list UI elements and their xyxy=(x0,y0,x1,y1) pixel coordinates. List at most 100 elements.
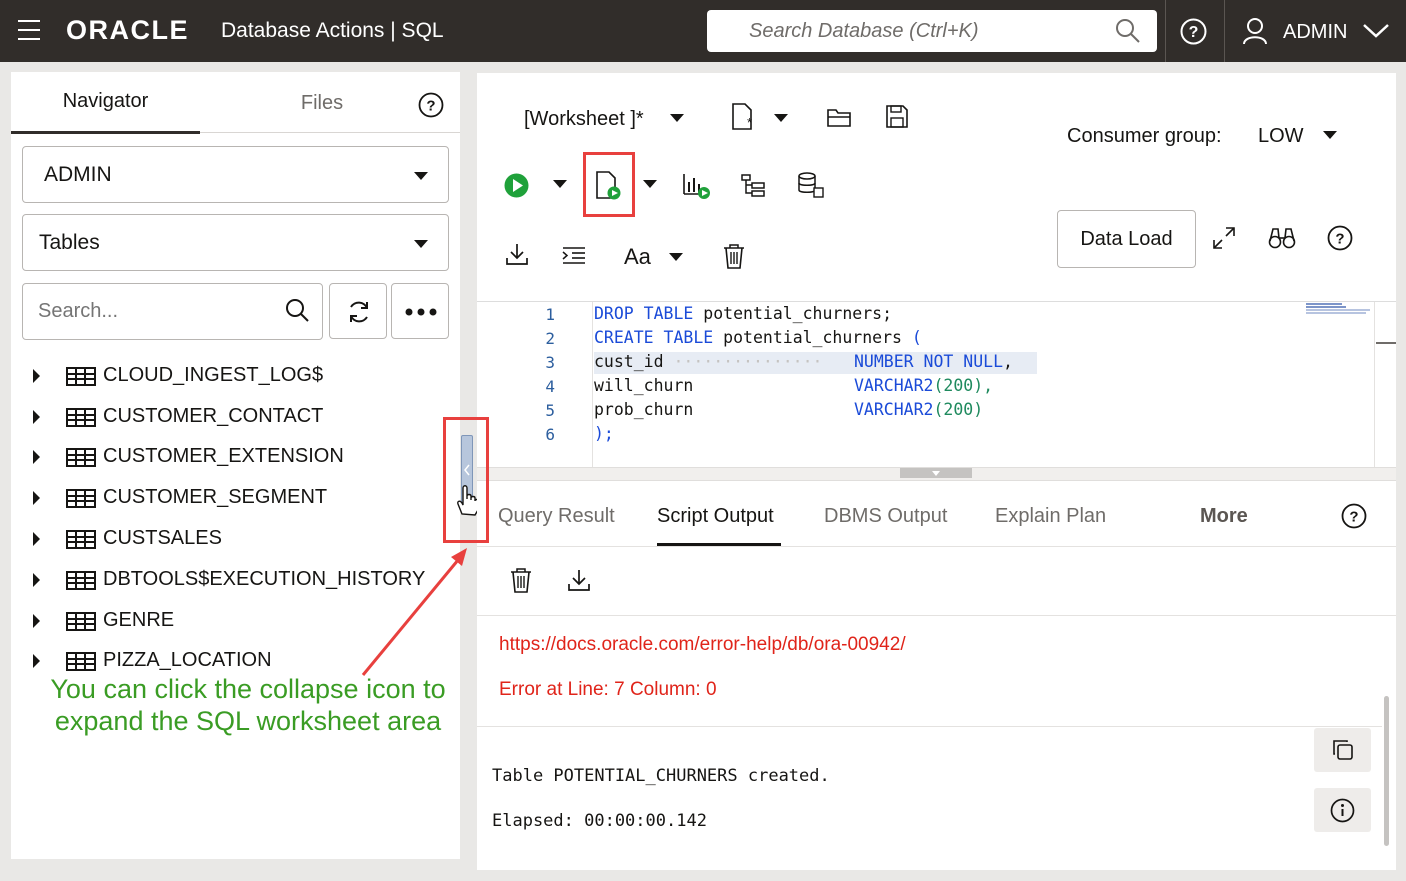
explain-plan-icon[interactable] xyxy=(741,173,767,197)
format-code-icon[interactable] xyxy=(562,246,586,266)
user-name[interactable]: ADMIN xyxy=(1283,21,1347,44)
caret-down-icon[interactable] xyxy=(553,180,567,188)
collapse-highlight-box xyxy=(443,417,489,543)
expand-icon[interactable] xyxy=(33,450,40,464)
maximize-icon[interactable] xyxy=(1213,227,1235,249)
refresh-button[interactable] xyxy=(329,283,387,339)
caret-down-icon[interactable] xyxy=(669,253,683,261)
autotrace-icon[interactable] xyxy=(682,170,712,200)
copy-icon xyxy=(1333,740,1353,760)
callout-text: You can click the collapse icon to expan… xyxy=(50,674,446,736)
table-icon xyxy=(66,530,96,549)
scrollbar-track[interactable] xyxy=(1374,302,1375,468)
line-number: 6 xyxy=(545,425,555,444)
search-database-input[interactable] xyxy=(749,18,1109,44)
clear-output-trash-icon[interactable] xyxy=(510,567,532,593)
consumer-group-label: Consumer group: xyxy=(1067,125,1222,147)
expand-icon[interactable] xyxy=(33,573,40,587)
elapsed-message: Elapsed: 00:00:00.142 xyxy=(492,811,707,831)
expand-icon[interactable] xyxy=(33,614,40,628)
line-number: 1 xyxy=(545,305,555,324)
more-actions-button[interactable] xyxy=(391,283,449,339)
navigator-search-input[interactable] xyxy=(38,300,268,323)
schema-select[interactable]: ADMIN xyxy=(22,146,449,203)
info-button[interactable] xyxy=(1314,788,1371,832)
code-line: prob_churn xyxy=(594,400,694,419)
top-bar: ORACLE Database Actions | SQL ? ADMIN xyxy=(0,0,1406,62)
new-worksheet-icon[interactable]: * xyxy=(731,103,755,131)
run-statement-icon[interactable] xyxy=(504,173,529,198)
tab-dbms-output[interactable]: DBMS Output xyxy=(824,505,947,528)
highlight-box xyxy=(583,152,635,217)
tab-files[interactable]: Files xyxy=(231,72,413,134)
navigator-panel: Navigator Files ? ADMIN Tables CLOUD_ING… xyxy=(11,72,460,859)
tree-item[interactable]: CUSTOMER_EXTENSION xyxy=(11,441,451,473)
find-binoculars-icon[interactable] xyxy=(1268,226,1296,250)
line-number: 2 xyxy=(545,329,555,348)
code-line: DROP TABLE potential_churners; xyxy=(594,304,893,323)
table-icon xyxy=(66,612,96,631)
tab-script-output[interactable]: Script Output xyxy=(657,505,774,528)
navigator-search[interactable] xyxy=(22,283,323,340)
expand-icon[interactable] xyxy=(33,369,40,383)
minimap[interactable] xyxy=(1306,302,1376,316)
sql-tuning-icon[interactable] xyxy=(797,171,825,199)
expand-icon[interactable] xyxy=(33,410,40,424)
help-icon[interactable]: ? xyxy=(1341,503,1367,529)
data-load-button[interactable]: Data Load xyxy=(1057,210,1196,268)
code-line-type: VARCHAR2(200) xyxy=(854,400,984,419)
error-help-link[interactable]: https://docs.oracle.com/error-help/db/or… xyxy=(499,634,906,656)
expand-icon[interactable] xyxy=(33,532,40,546)
user-icon[interactable] xyxy=(1242,17,1268,45)
download-icon[interactable] xyxy=(505,242,529,266)
tab-query-result[interactable]: Query Result xyxy=(498,505,615,528)
caret-down-icon[interactable] xyxy=(774,114,788,122)
divider xyxy=(477,726,1382,727)
line-number: 4 xyxy=(545,377,555,396)
svg-text:*: * xyxy=(747,115,752,130)
consumer-group-value[interactable]: LOW xyxy=(1258,125,1304,148)
search-icon[interactable] xyxy=(285,298,311,324)
worksheet-name[interactable]: [Worksheet ]* xyxy=(524,108,644,131)
gutter-divider xyxy=(592,302,593,468)
search-database-box[interactable] xyxy=(707,10,1157,52)
sql-editor[interactable]: 1 2 3 4 5 6 DROP TABLE potential_churner… xyxy=(477,301,1396,468)
line-number: 5 xyxy=(545,401,555,420)
tree-item[interactable]: CUSTOMER_SEGMENT xyxy=(11,482,451,514)
tree-item[interactable]: CLOUD_INGEST_LOG$ xyxy=(11,360,451,392)
code-line: CREATE TABLE potential_churners ( xyxy=(594,328,922,347)
hamburger-menu-icon[interactable] xyxy=(18,20,40,40)
help-icon[interactable]: ? xyxy=(1327,225,1353,251)
expand-icon[interactable] xyxy=(33,654,40,668)
search-icon[interactable] xyxy=(1115,18,1141,44)
schema-select-value: ADMIN xyxy=(44,163,112,186)
save-icon[interactable] xyxy=(886,105,908,128)
output-scrollbar[interactable] xyxy=(1384,696,1389,846)
divider xyxy=(1224,0,1225,62)
tab-more[interactable]: More xyxy=(1200,505,1248,528)
help-icon[interactable]: ? xyxy=(418,92,444,118)
font-size-button[interactable]: Aa xyxy=(624,244,651,270)
tab-navigator[interactable]: Navigator xyxy=(11,72,200,134)
expand-icon[interactable] xyxy=(33,491,40,505)
splitter-grip[interactable] xyxy=(900,468,972,478)
clear-trash-icon[interactable] xyxy=(723,243,745,269)
script-output-area: https://docs.oracle.com/error-help/db/or… xyxy=(477,616,1396,870)
code-line: cust_id ··············· xyxy=(594,352,823,371)
download-output-icon[interactable] xyxy=(567,568,591,592)
editor-splitter[interactable] xyxy=(477,467,1396,481)
table-icon xyxy=(66,448,96,467)
chevron-down-icon[interactable] xyxy=(1362,22,1390,40)
caret-down-icon[interactable] xyxy=(670,114,684,122)
tree-item[interactable]: CUSTOMER_CONTACT xyxy=(11,401,451,433)
object-type-select[interactable]: Tables xyxy=(22,214,449,271)
help-icon[interactable]: ? xyxy=(1180,18,1207,45)
caret-down-icon[interactable] xyxy=(643,180,657,188)
code-line: ); xyxy=(594,424,614,443)
copy-output-button[interactable] xyxy=(1314,728,1371,772)
caret-down-icon[interactable] xyxy=(1323,131,1337,139)
table-icon xyxy=(66,489,96,508)
open-folder-icon[interactable] xyxy=(827,106,853,128)
tab-underline xyxy=(200,132,460,133)
tab-explain-plan[interactable]: Explain Plan xyxy=(995,505,1106,528)
